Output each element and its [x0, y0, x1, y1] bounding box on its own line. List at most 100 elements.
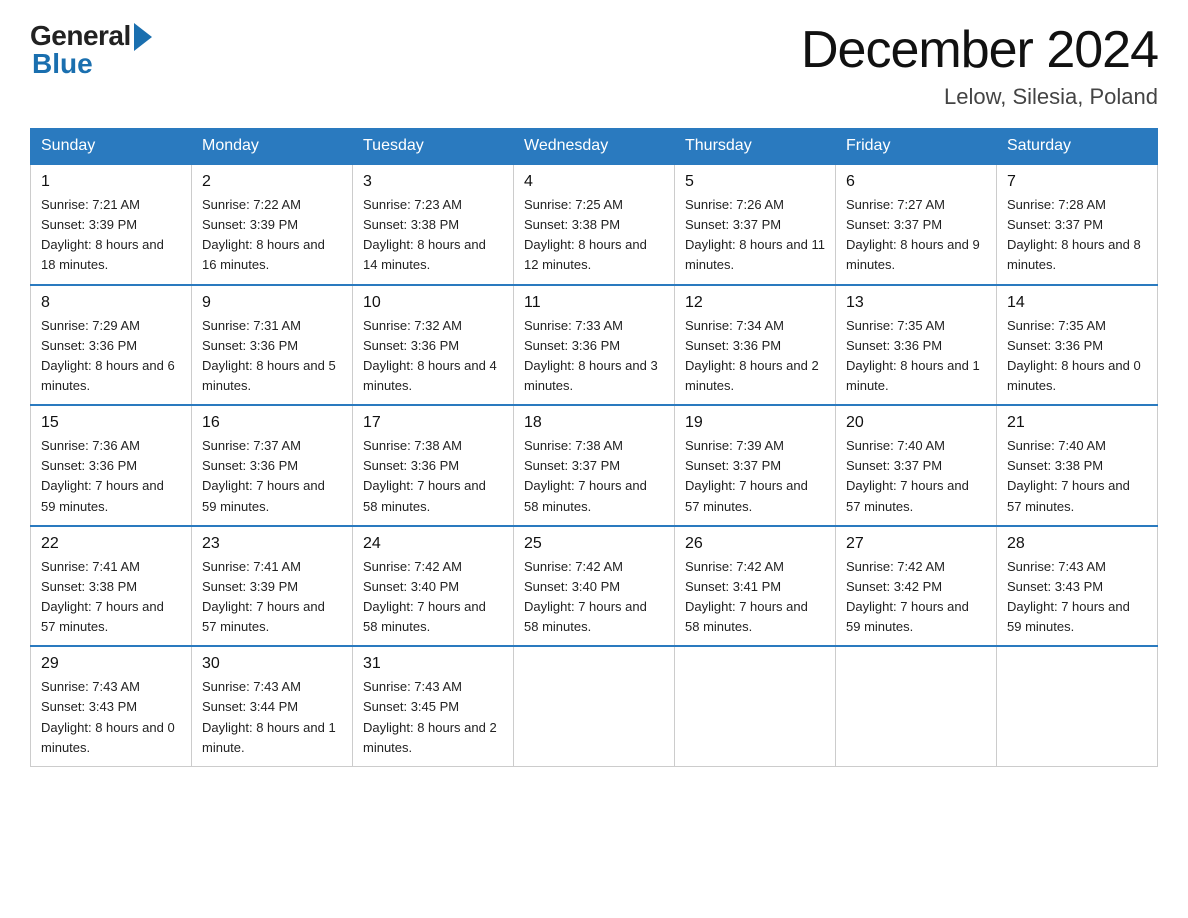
- day-info: Sunrise: 7:21 AMSunset: 3:39 PMDaylight:…: [41, 195, 181, 276]
- day-info: Sunrise: 7:42 AMSunset: 3:40 PMDaylight:…: [524, 557, 664, 638]
- day-cell: 29 Sunrise: 7:43 AMSunset: 3:43 PMDaylig…: [31, 646, 192, 766]
- day-cell: [514, 646, 675, 766]
- day-cell: 8 Sunrise: 7:29 AMSunset: 3:36 PMDayligh…: [31, 285, 192, 406]
- day-number: 20: [846, 414, 986, 432]
- day-cell: 13 Sunrise: 7:35 AMSunset: 3:36 PMDaylig…: [836, 285, 997, 406]
- day-info: Sunrise: 7:33 AMSunset: 3:36 PMDaylight:…: [524, 316, 664, 397]
- day-number: 28: [1007, 535, 1147, 553]
- day-cell: [997, 646, 1158, 766]
- day-number: 5: [685, 173, 825, 191]
- col-thursday: Thursday: [675, 129, 836, 165]
- day-number: 10: [363, 294, 503, 312]
- day-cell: 15 Sunrise: 7:36 AMSunset: 3:36 PMDaylig…: [31, 405, 192, 526]
- day-info: Sunrise: 7:29 AMSunset: 3:36 PMDaylight:…: [41, 316, 181, 397]
- day-number: 25: [524, 535, 664, 553]
- day-number: 4: [524, 173, 664, 191]
- day-info: Sunrise: 7:43 AMSunset: 3:43 PMDaylight:…: [1007, 557, 1147, 638]
- day-cell: 4 Sunrise: 7:25 AMSunset: 3:38 PMDayligh…: [514, 164, 675, 285]
- day-info: Sunrise: 7:22 AMSunset: 3:39 PMDaylight:…: [202, 195, 342, 276]
- page-header: General Blue December 2024 Lelow, Silesi…: [30, 20, 1158, 110]
- col-sunday: Sunday: [31, 129, 192, 165]
- day-cell: 9 Sunrise: 7:31 AMSunset: 3:36 PMDayligh…: [192, 285, 353, 406]
- week-row-3: 15 Sunrise: 7:36 AMSunset: 3:36 PMDaylig…: [31, 405, 1158, 526]
- day-cell: 10 Sunrise: 7:32 AMSunset: 3:36 PMDaylig…: [353, 285, 514, 406]
- day-number: 30: [202, 655, 342, 673]
- day-cell: 23 Sunrise: 7:41 AMSunset: 3:39 PMDaylig…: [192, 526, 353, 647]
- day-info: Sunrise: 7:39 AMSunset: 3:37 PMDaylight:…: [685, 436, 825, 517]
- day-number: 9: [202, 294, 342, 312]
- day-info: Sunrise: 7:28 AMSunset: 3:37 PMDaylight:…: [1007, 195, 1147, 276]
- day-number: 8: [41, 294, 181, 312]
- day-number: 17: [363, 414, 503, 432]
- day-info: Sunrise: 7:40 AMSunset: 3:38 PMDaylight:…: [1007, 436, 1147, 517]
- day-info: Sunrise: 7:32 AMSunset: 3:36 PMDaylight:…: [363, 316, 503, 397]
- day-cell: 2 Sunrise: 7:22 AMSunset: 3:39 PMDayligh…: [192, 164, 353, 285]
- day-cell: 1 Sunrise: 7:21 AMSunset: 3:39 PMDayligh…: [31, 164, 192, 285]
- day-cell: 11 Sunrise: 7:33 AMSunset: 3:36 PMDaylig…: [514, 285, 675, 406]
- header-row: Sunday Monday Tuesday Wednesday Thursday…: [31, 129, 1158, 165]
- day-cell: 31 Sunrise: 7:43 AMSunset: 3:45 PMDaylig…: [353, 646, 514, 766]
- day-info: Sunrise: 7:35 AMSunset: 3:36 PMDaylight:…: [846, 316, 986, 397]
- day-cell: 18 Sunrise: 7:38 AMSunset: 3:37 PMDaylig…: [514, 405, 675, 526]
- day-info: Sunrise: 7:25 AMSunset: 3:38 PMDaylight:…: [524, 195, 664, 276]
- day-cell: 28 Sunrise: 7:43 AMSunset: 3:43 PMDaylig…: [997, 526, 1158, 647]
- day-info: Sunrise: 7:37 AMSunset: 3:36 PMDaylight:…: [202, 436, 342, 517]
- day-cell: 7 Sunrise: 7:28 AMSunset: 3:37 PMDayligh…: [997, 164, 1158, 285]
- day-cell: 20 Sunrise: 7:40 AMSunset: 3:37 PMDaylig…: [836, 405, 997, 526]
- day-number: 29: [41, 655, 181, 673]
- day-info: Sunrise: 7:43 AMSunset: 3:43 PMDaylight:…: [41, 677, 181, 758]
- day-cell: [675, 646, 836, 766]
- day-cell: 22 Sunrise: 7:41 AMSunset: 3:38 PMDaylig…: [31, 526, 192, 647]
- day-info: Sunrise: 7:35 AMSunset: 3:36 PMDaylight:…: [1007, 316, 1147, 397]
- day-cell: 25 Sunrise: 7:42 AMSunset: 3:40 PMDaylig…: [514, 526, 675, 647]
- day-cell: 17 Sunrise: 7:38 AMSunset: 3:36 PMDaylig…: [353, 405, 514, 526]
- day-info: Sunrise: 7:41 AMSunset: 3:39 PMDaylight:…: [202, 557, 342, 638]
- day-cell: 14 Sunrise: 7:35 AMSunset: 3:36 PMDaylig…: [997, 285, 1158, 406]
- day-info: Sunrise: 7:42 AMSunset: 3:40 PMDaylight:…: [363, 557, 503, 638]
- day-info: Sunrise: 7:42 AMSunset: 3:42 PMDaylight:…: [846, 557, 986, 638]
- day-number: 24: [363, 535, 503, 553]
- day-cell: 24 Sunrise: 7:42 AMSunset: 3:40 PMDaylig…: [353, 526, 514, 647]
- col-wednesday: Wednesday: [514, 129, 675, 165]
- day-cell: 12 Sunrise: 7:34 AMSunset: 3:36 PMDaylig…: [675, 285, 836, 406]
- location: Lelow, Silesia, Poland: [801, 84, 1158, 110]
- day-cell: 6 Sunrise: 7:27 AMSunset: 3:37 PMDayligh…: [836, 164, 997, 285]
- day-info: Sunrise: 7:38 AMSunset: 3:36 PMDaylight:…: [363, 436, 503, 517]
- week-row-5: 29 Sunrise: 7:43 AMSunset: 3:43 PMDaylig…: [31, 646, 1158, 766]
- day-number: 6: [846, 173, 986, 191]
- day-number: 7: [1007, 173, 1147, 191]
- day-number: 26: [685, 535, 825, 553]
- day-number: 22: [41, 535, 181, 553]
- day-info: Sunrise: 7:23 AMSunset: 3:38 PMDaylight:…: [363, 195, 503, 276]
- day-info: Sunrise: 7:38 AMSunset: 3:37 PMDaylight:…: [524, 436, 664, 517]
- day-number: 31: [363, 655, 503, 673]
- day-info: Sunrise: 7:27 AMSunset: 3:37 PMDaylight:…: [846, 195, 986, 276]
- day-number: 19: [685, 414, 825, 432]
- day-number: 18: [524, 414, 664, 432]
- col-tuesday: Tuesday: [353, 129, 514, 165]
- day-info: Sunrise: 7:43 AMSunset: 3:45 PMDaylight:…: [363, 677, 503, 758]
- day-cell: 5 Sunrise: 7:26 AMSunset: 3:37 PMDayligh…: [675, 164, 836, 285]
- day-number: 21: [1007, 414, 1147, 432]
- col-monday: Monday: [192, 129, 353, 165]
- day-number: 13: [846, 294, 986, 312]
- day-number: 3: [363, 173, 503, 191]
- week-row-2: 8 Sunrise: 7:29 AMSunset: 3:36 PMDayligh…: [31, 285, 1158, 406]
- month-title: December 2024: [801, 20, 1158, 80]
- week-row-1: 1 Sunrise: 7:21 AMSunset: 3:39 PMDayligh…: [31, 164, 1158, 285]
- day-info: Sunrise: 7:42 AMSunset: 3:41 PMDaylight:…: [685, 557, 825, 638]
- logo: General Blue: [30, 20, 152, 80]
- day-number: 27: [846, 535, 986, 553]
- day-cell: 16 Sunrise: 7:37 AMSunset: 3:36 PMDaylig…: [192, 405, 353, 526]
- day-info: Sunrise: 7:41 AMSunset: 3:38 PMDaylight:…: [41, 557, 181, 638]
- calendar-table: Sunday Monday Tuesday Wednesday Thursday…: [30, 128, 1158, 767]
- day-number: 15: [41, 414, 181, 432]
- day-cell: 19 Sunrise: 7:39 AMSunset: 3:37 PMDaylig…: [675, 405, 836, 526]
- title-block: December 2024 Lelow, Silesia, Poland: [801, 20, 1158, 110]
- day-number: 14: [1007, 294, 1147, 312]
- day-number: 11: [524, 294, 664, 312]
- week-row-4: 22 Sunrise: 7:41 AMSunset: 3:38 PMDaylig…: [31, 526, 1158, 647]
- col-friday: Friday: [836, 129, 997, 165]
- day-info: Sunrise: 7:31 AMSunset: 3:36 PMDaylight:…: [202, 316, 342, 397]
- logo-blue-text: Blue: [30, 48, 93, 80]
